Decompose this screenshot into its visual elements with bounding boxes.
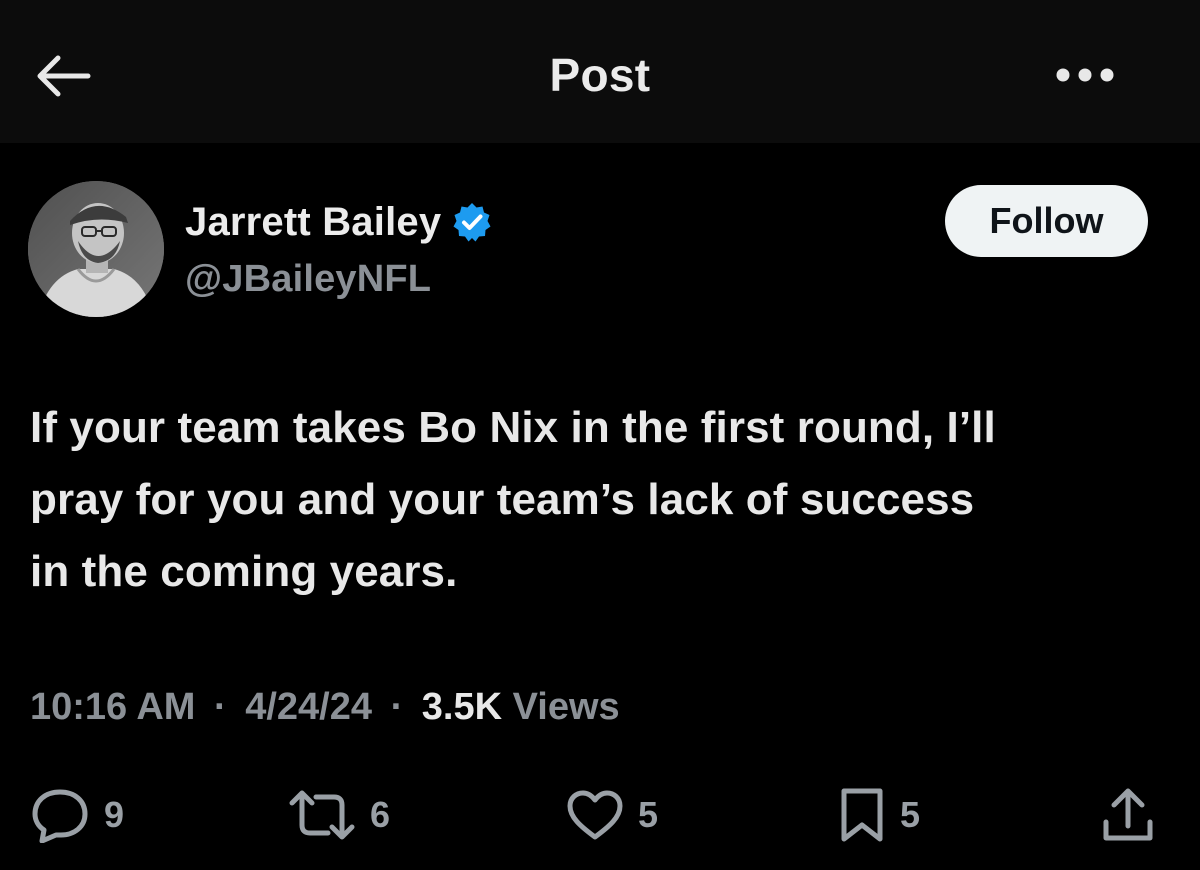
more-horizontal-icon — [1056, 68, 1114, 82]
avatar[interactable] — [28, 181, 164, 317]
author-name-row[interactable]: Jarrett Bailey — [185, 196, 493, 248]
verified-badge-icon — [453, 203, 491, 242]
bookmark-icon — [841, 788, 883, 842]
post-meta: 10:16 AM · 4/24/24 · 3.5K Views — [30, 686, 620, 729]
like-button[interactable]: 5 — [566, 785, 658, 845]
bookmark-count: 5 — [900, 794, 921, 835]
repost-icon — [289, 790, 355, 840]
post-text-line: pray for you and your team’s lack of suc… — [30, 475, 975, 524]
like-count: 5 — [638, 794, 659, 835]
heart-icon — [567, 790, 623, 840]
meta-separator: · — [214, 686, 227, 728]
post-date[interactable]: 4/24/24 — [245, 686, 372, 728]
author-name[interactable]: Jarrett Bailey — [185, 200, 441, 245]
share-icon — [1103, 788, 1153, 841]
reply-count: 9 — [104, 794, 125, 835]
page-title: Post — [549, 49, 651, 101]
meta-separator: · — [390, 686, 404, 728]
post-screen: Post Jarrett Bailey @JBaileyNFL Follow I… — [0, 0, 1200, 870]
author-handle[interactable]: @JBaileyNFL — [185, 258, 431, 301]
reply-icon — [32, 789, 88, 843]
post-time[interactable]: 10:16 AM — [30, 686, 195, 728]
post-text-line: in the coming years. — [30, 547, 458, 596]
post-text-line: If your team takes Bo Nix in the first r… — [30, 403, 996, 452]
reply-button[interactable]: 9 — [30, 785, 124, 845]
views-label[interactable]: Views — [513, 686, 620, 728]
repost-count: 6 — [370, 794, 391, 835]
repost-button[interactable]: 6 — [288, 785, 390, 845]
more-options-button[interactable] — [1048, 55, 1122, 95]
views-count[interactable]: 3.5K — [422, 686, 502, 728]
share-button[interactable] — [1100, 785, 1156, 845]
top-nav-bar: Post — [0, 0, 1200, 143]
post-text: If your team takes Bo Nix in the first r… — [30, 392, 1180, 608]
bookmark-button[interactable]: 5 — [838, 785, 920, 845]
follow-button[interactable]: Follow — [945, 185, 1148, 257]
